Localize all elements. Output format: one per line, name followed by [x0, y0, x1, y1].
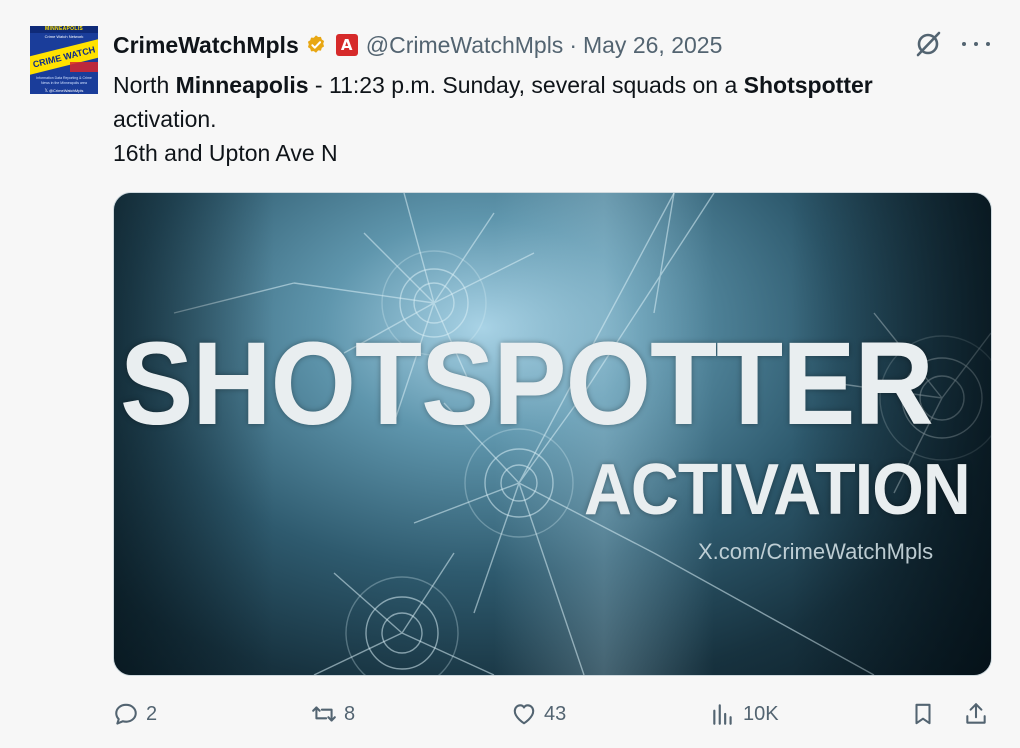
post-line-3: 16th and Upton Ave N [113, 140, 338, 166]
action-bar: 2 8 43 10K [113, 698, 993, 730]
views-count: 10K [743, 702, 779, 725]
bookmark-button[interactable] [910, 698, 936, 730]
heart-icon [513, 704, 535, 725]
views-button[interactable]: 10K [710, 698, 779, 730]
image-watermark: X.com/CrimeWatchMpls [698, 539, 934, 564]
share-button[interactable] [963, 698, 989, 730]
post-text: North Minneapolis - 11:23 p.m. Sunday, s… [113, 68, 983, 170]
more-icon[interactable] [962, 34, 990, 54]
reply-icon [115, 703, 137, 725]
avatar-red-bar [70, 62, 98, 72]
avatar[interactable]: MINNEAPOLIS Crime Watch Network CRIME WA… [30, 26, 98, 94]
views-icon [713, 704, 732, 725]
post-text-bold-segment: Minneapolis [175, 72, 309, 98]
grok-icon[interactable] [912, 28, 944, 60]
post-line-2: activation. [113, 106, 217, 132]
reply-button[interactable]: 2 [113, 698, 157, 730]
post-text-segment: North [113, 72, 176, 98]
tweet-header: CrimeWatchMpls A @CrimeWatchMpls · May 2… [113, 30, 722, 60]
repost-count: 8 [344, 702, 356, 725]
affiliate-badge-icon[interactable]: A [335, 34, 358, 56]
reply-count: 2 [146, 702, 158, 725]
repost-button[interactable]: 8 [311, 698, 355, 730]
post-text-segment: - 11:23 p.m. Sunday, several squads on a [308, 72, 744, 98]
avatar-lines-text: Information Data Reporting & Crime News … [36, 76, 92, 85]
share-icon [966, 703, 986, 724]
avatar-bottom-text: 𝕏 @CrimeWatchMpls [44, 88, 84, 93]
verified-badge-icon[interactable] [305, 34, 327, 56]
post-text-bold-segment: Shotspotter [743, 72, 873, 98]
tweet[interactable]: MINNEAPOLIS Crime Watch Network CRIME WA… [0, 0, 1020, 748]
image-subheadline: ACTIVATION [584, 450, 971, 530]
display-name[interactable]: CrimeWatchMpls [113, 32, 299, 59]
post-line-1: North Minneapolis - 11:23 p.m. Sunday, s… [113, 68, 983, 102]
bookmark-icon [915, 703, 931, 725]
header-separator: · [569, 31, 577, 58]
like-button[interactable]: 43 [511, 698, 566, 730]
avatar-top-text: MINNEAPOLIS [30, 26, 98, 33]
repost-icon [312, 706, 336, 722]
post-image[interactable]: SHOTSPOTTER ACTIVATION X.com/CrimeWatchM… [113, 192, 992, 676]
post-date[interactable]: May 26, 2025 [583, 32, 722, 59]
image-headline: SHOTSPOTTER [120, 318, 934, 450]
avatar-network-text: Crime Watch Network [44, 34, 84, 39]
author-handle[interactable]: @CrimeWatchMpls [366, 32, 564, 59]
like-count: 43 [544, 702, 567, 725]
